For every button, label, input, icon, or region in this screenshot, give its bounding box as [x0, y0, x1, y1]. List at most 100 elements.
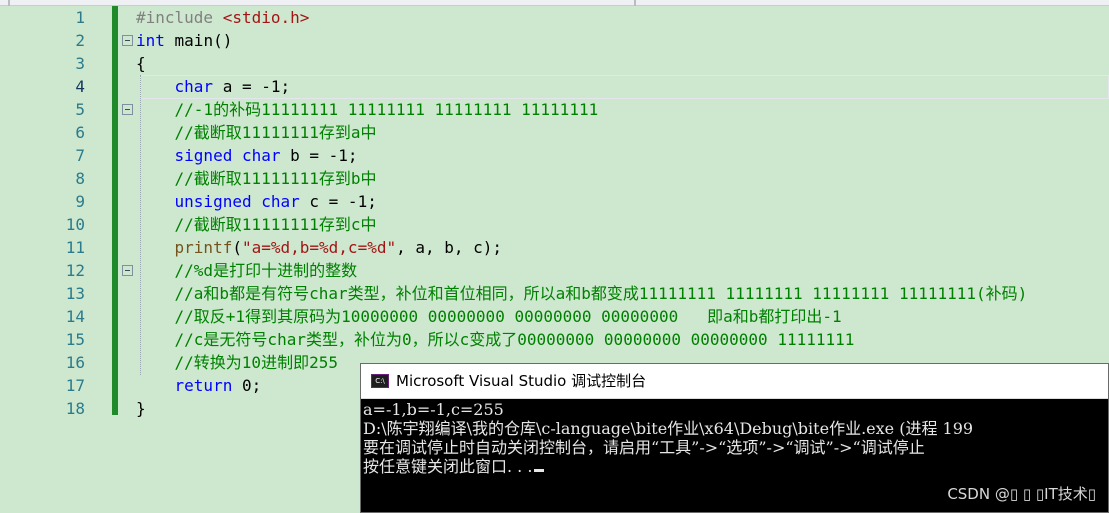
keyword: char [261, 192, 300, 211]
console-title-bar[interactable]: C:\ Microsoft Visual Studio 调试控制台 [361, 364, 1108, 399]
line-number: 9 [75, 192, 85, 211]
statement: c = -1; [299, 192, 377, 211]
comment: //转换为10进制即255 [174, 353, 338, 372]
code-text[interactable]: signed char b = -1; [136, 144, 358, 167]
line-number: 16 [65, 353, 85, 372]
keyword: char [241, 146, 281, 165]
console-prompt-text: 按任意键关闭此窗口. . . [363, 457, 533, 476]
console-title: Microsoft Visual Studio 调试控制台 [396, 372, 647, 390]
code-line[interactable]: 12 //%d是打印十进制的整数 [0, 259, 1109, 282]
console-line: D:\陈宇翔编译\我的仓库\c-language\bite作业\x64\Debu… [363, 419, 974, 438]
console-line: 要在调试停止时自动关闭控制台，请启用“工具”->“选项”->“调试”->“调试停… [363, 438, 925, 457]
code-text[interactable]: //转换为10进制即255 [136, 351, 338, 374]
collapse-icon[interactable] [122, 265, 133, 276]
include-header: <stdio.h> [222, 8, 310, 27]
line-number: 6 [75, 123, 85, 142]
line-number: 5 [75, 100, 85, 119]
code-text[interactable]: #include <stdio.h> [136, 6, 309, 29]
line-number: 12 [65, 261, 85, 280]
line-number: 10 [65, 215, 85, 234]
comment: //%d是打印十进制的整数 [174, 261, 358, 280]
code-text[interactable]: //截断取11111111存到c中 [136, 213, 377, 236]
code-line[interactable]: 6 //截断取11111111存到a中 [0, 121, 1109, 144]
code-line[interactable]: 2 int main() [0, 29, 1109, 52]
code-line[interactable]: 3 { [0, 52, 1109, 75]
code-line[interactable]: 5 //-1的补码11111111 11111111 11111111 1111… [0, 98, 1109, 121]
code-line[interactable]: 8 //截断取11111111存到b中 [0, 167, 1109, 190]
statement: 0; [232, 376, 262, 395]
comment: //截断取11111111存到b中 [174, 169, 377, 188]
comment: //-1的补码11111111 11111111 11111111 111111… [174, 100, 599, 119]
comment: //a和b都是有符号char类型，补位和首位相同，所以a和b都变成1111111… [174, 284, 1028, 303]
line-number: 8 [75, 169, 85, 188]
line-number: 2 [75, 31, 85, 50]
string-literal: "a=%d,b=%d,c=%d" [241, 238, 397, 257]
code-text[interactable]: //c是无符号char类型，补位为0，所以c变成了00000000 000000… [136, 328, 855, 351]
line-number: 7 [75, 146, 85, 165]
console-line-prompt: 按任意键关闭此窗口. . . [363, 457, 1108, 476]
code-line[interactable]: 13 //a和b都是有符号char类型，补位和首位相同，所以a和b都变成1111… [0, 282, 1109, 305]
keyword: int [136, 31, 165, 50]
code-text[interactable]: } [136, 397, 146, 420]
code-text[interactable]: //a和b都是有符号char类型，补位和首位相同，所以a和b都变成1111111… [136, 282, 1028, 305]
keyword: unsigned [174, 192, 252, 211]
code-line[interactable]: 14 //取反+1得到其原码为10000000 00000000 0000000… [0, 305, 1109, 328]
function-signature: main() [164, 31, 233, 50]
code-line-current[interactable]: 4 char a = -1; [0, 75, 1109, 98]
code-text[interactable]: char a = -1; [136, 75, 291, 98]
code-line[interactable]: 15 //c是无符号char类型，补位为0，所以c变成了00000000 000… [0, 328, 1109, 351]
code-line[interactable]: 10 //截断取11111111存到c中 [0, 213, 1109, 236]
text-cursor [534, 469, 545, 472]
collapse-icon[interactable] [122, 35, 133, 46]
code-text[interactable]: printf("a=%d,b=%d,c=%d", a, b, c); [136, 236, 503, 259]
line-number: 11 [65, 238, 85, 257]
code-text[interactable]: //截断取11111111存到a中 [136, 121, 377, 144]
csdn-watermark: CSDN @▯ ▯ ▯IT技术▯ [947, 485, 1096, 503]
console-app-icon: C:\ [371, 374, 389, 388]
keyword: return [174, 376, 233, 395]
statement: b = -1; [280, 146, 358, 165]
keyword: char [174, 77, 214, 96]
keyword: signed [174, 146, 233, 165]
code-text[interactable]: //截断取11111111存到b中 [136, 167, 377, 190]
code-text[interactable]: //-1的补码11111111 11111111 11111111 111111… [136, 98, 599, 121]
collapse-icon[interactable] [122, 104, 133, 115]
line-number: 1 [75, 8, 85, 27]
code-line[interactable]: 9 unsigned char c = -1; [0, 190, 1109, 213]
paren: ( [232, 238, 242, 257]
arguments: , a, b, c); [396, 238, 503, 257]
line-number: 4 [75, 77, 85, 96]
code-text[interactable]: return 0; [136, 374, 262, 397]
debug-console-window[interactable]: C:\ Microsoft Visual Studio 调试控制台 a=-1,b… [360, 363, 1109, 513]
preprocessor: #include [136, 8, 223, 27]
code-line[interactable]: 11 printf("a=%d,b=%d,c=%d", a, b, c); [0, 236, 1109, 259]
code-text[interactable]: //取反+1得到其原码为10000000 00000000 00000000 0… [136, 305, 842, 328]
code-line[interactable]: 1 #include <stdio.h> [0, 6, 1109, 29]
line-number: 18 [65, 399, 85, 418]
function-call: printf [174, 238, 233, 257]
code-line[interactable]: 7 signed char b = -1; [0, 144, 1109, 167]
statement: a = -1; [213, 77, 291, 96]
line-number: 3 [75, 54, 85, 73]
code-text[interactable]: { [136, 52, 146, 75]
comment: //取反+1得到其原码为10000000 00000000 00000000 0… [174, 307, 842, 326]
code-text[interactable]: //%d是打印十进制的整数 [136, 259, 358, 282]
code-text[interactable]: int main() [136, 29, 232, 52]
code-text[interactable]: unsigned char c = -1; [136, 190, 377, 213]
comment: //截断取11111111存到c中 [174, 215, 377, 234]
